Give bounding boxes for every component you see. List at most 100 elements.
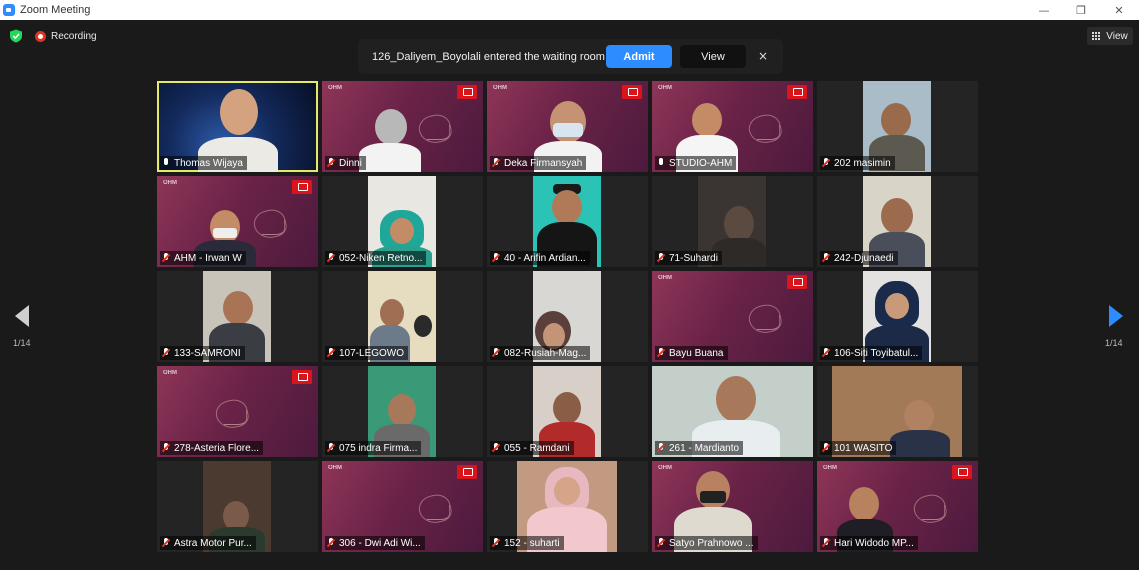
gallery-grid: Thomas Wijaya OHM Dinni OHM Deka Firmans…	[157, 81, 981, 553]
participant-tile[interactable]: 106-Siti Toyibatul...	[817, 271, 978, 362]
brand-logo: OHM	[328, 85, 342, 91]
participant-name-tag: 242-Djunaedi	[820, 251, 898, 265]
muted-mic-icon	[327, 348, 335, 358]
participant-name: 261 - Mardianto	[669, 442, 740, 454]
participant-name: Satyo Prahnowo ...	[669, 537, 754, 549]
muted-mic-icon	[492, 348, 500, 358]
window-title: Zoom Meeting	[20, 4, 91, 16]
participant-name-tag: 40 - Arifin Ardian...	[490, 251, 590, 265]
recording-label: Recording	[51, 30, 97, 42]
participant-tile[interactable]: OHM Dinni	[322, 81, 483, 172]
close-window-button[interactable]: ✕	[1100, 0, 1138, 20]
muted-mic-icon	[162, 443, 170, 453]
participant-tile[interactable]: 202 masimin	[817, 81, 978, 172]
muted-mic-icon	[327, 538, 335, 548]
participant-tile[interactable]: 71-Suhardi	[652, 176, 813, 267]
view-waiting-room-button[interactable]: View	[680, 45, 746, 68]
participant-tile[interactable]: 242-Djunaedi	[817, 176, 978, 267]
participant-tile[interactable]: OHM 278-Asteria Flore...	[157, 366, 318, 457]
brand-logo: OHM	[658, 85, 672, 91]
participant-tile[interactable]: Astra Motor Pur...	[157, 461, 318, 552]
gallery-grid-icon	[1092, 31, 1101, 41]
participant-name: Dinni	[339, 157, 362, 169]
participant-tile[interactable]: 40 - Arifin Ardian...	[487, 176, 648, 267]
participant-tile[interactable]: OHM Deka Firmansyah	[487, 81, 648, 172]
background-decoration	[741, 111, 791, 151]
brand-logo: OHM	[658, 275, 672, 281]
participant-tile[interactable]: 107-LEGOWO	[322, 271, 483, 362]
participant-name: Deka Firmansyah	[504, 157, 583, 169]
participant-name-tag: 101 WASITO	[820, 441, 897, 455]
participant-name: 106-Siti Toyibatul...	[834, 347, 919, 359]
participant-tile[interactable]: 082-Rusiah-Mag...	[487, 271, 648, 362]
brand-logo: OHM	[163, 180, 177, 186]
brand-logo: OHM	[328, 465, 342, 471]
muted-mic-icon	[162, 538, 170, 548]
brand-logo: OHM	[163, 370, 177, 376]
participant-name: AHM - Irwan W	[174, 252, 242, 264]
dismiss-notification-button[interactable]: ×	[756, 47, 770, 65]
participant-tile[interactable]: 261 - Mardianto	[652, 366, 813, 457]
muted-mic-icon	[822, 348, 830, 358]
muted-mic-icon	[822, 158, 830, 168]
participant-name-tag: 278-Asteria Flore...	[160, 441, 264, 455]
participant-name-tag: 133-SAMRONI	[160, 346, 245, 360]
participant-tile[interactable]: 055 - Ramdani	[487, 366, 648, 457]
participant-name-tag: Hari Widodo MP...	[820, 536, 918, 550]
recording-indicator[interactable]: Recording	[35, 29, 97, 43]
brand-logo	[622, 85, 642, 99]
muted-mic-icon	[657, 443, 665, 453]
participant-name: 107-LEGOWO	[339, 347, 405, 359]
participant-name-tag: Bayu Buana	[655, 346, 728, 360]
participant-name: 055 - Ramdani	[504, 442, 570, 454]
participant-tile[interactable]: 152 - suharti	[487, 461, 648, 552]
minimize-button[interactable]: —	[1025, 0, 1063, 20]
participant-tile[interactable]: Thomas Wijaya	[157, 81, 318, 172]
participant-name-tag: Deka Firmansyah	[490, 156, 587, 170]
background-decoration	[208, 396, 258, 436]
page-indicator-left: 1/14	[13, 338, 31, 348]
maximize-button[interactable]: ❐	[1062, 0, 1100, 20]
participant-name-tag: 306 - Dwi Adi Wi...	[325, 536, 425, 550]
muted-mic-icon	[492, 158, 500, 168]
participant-name: Hari Widodo MP...	[834, 537, 914, 549]
participant-name: 306 - Dwi Adi Wi...	[339, 537, 421, 549]
participant-name-tag: 106-Siti Toyibatul...	[820, 346, 923, 360]
brand-logo: OHM	[823, 465, 837, 471]
participant-name-tag: 055 - Ramdani	[490, 441, 574, 455]
participant-name: Astra Motor Pur...	[174, 537, 252, 549]
participant-tile[interactable]: OHM Bayu Buana	[652, 271, 813, 362]
participant-tile[interactable]: 101 WASITO	[817, 366, 978, 457]
participant-name-tag: 107-LEGOWO	[325, 346, 409, 360]
participant-tile[interactable]: OHM Satyo Prahnowo ...	[652, 461, 813, 552]
participant-tile[interactable]: 075 indra Firma...	[322, 366, 483, 457]
muted-mic-icon	[327, 253, 335, 263]
participant-name-tag: Astra Motor Pur...	[160, 536, 256, 550]
shield-icon[interactable]	[9, 29, 23, 43]
admit-button[interactable]: Admit	[606, 45, 672, 68]
participant-name-tag: Thomas Wijaya	[160, 156, 247, 170]
view-layout-button[interactable]: View	[1087, 27, 1133, 45]
participant-tile[interactable]: OHM STUDIO-AHM	[652, 81, 813, 172]
muted-mic-icon	[822, 538, 830, 548]
brand-logo: OHM	[493, 85, 507, 91]
background-decoration	[906, 491, 956, 531]
participant-name-tag: Dinni	[325, 156, 366, 170]
participant-name-tag: 052-Niken Retno...	[325, 251, 427, 265]
participant-tile[interactable]: OHM 306 - Dwi Adi Wi...	[322, 461, 483, 552]
previous-page-arrow-icon[interactable]	[15, 305, 29, 327]
participant-tile[interactable]: OHM AHM - Irwan W	[157, 176, 318, 267]
participant-name: 242-Djunaedi	[834, 252, 894, 264]
participant-name: 101 WASITO	[834, 442, 893, 454]
participant-tile[interactable]: 052-Niken Retno...	[322, 176, 483, 267]
participant-tile[interactable]: OHM Hari Widodo MP...	[817, 461, 978, 552]
participant-name: STUDIO-AHM	[669, 157, 733, 169]
participant-name: 40 - Arifin Ardian...	[504, 252, 586, 264]
participant-tile[interactable]: 133-SAMRONI	[157, 271, 318, 362]
brand-logo	[457, 85, 477, 99]
brand-logo	[787, 275, 807, 289]
title-bar: Zoom Meeting — ❐ ✕	[0, 0, 1139, 20]
muted-mic-icon	[822, 253, 830, 263]
next-page-arrow-icon[interactable]	[1109, 305, 1123, 327]
zoom-window: Zoom Meeting — ❐ ✕ Recording View 126_Da…	[0, 0, 1139, 570]
